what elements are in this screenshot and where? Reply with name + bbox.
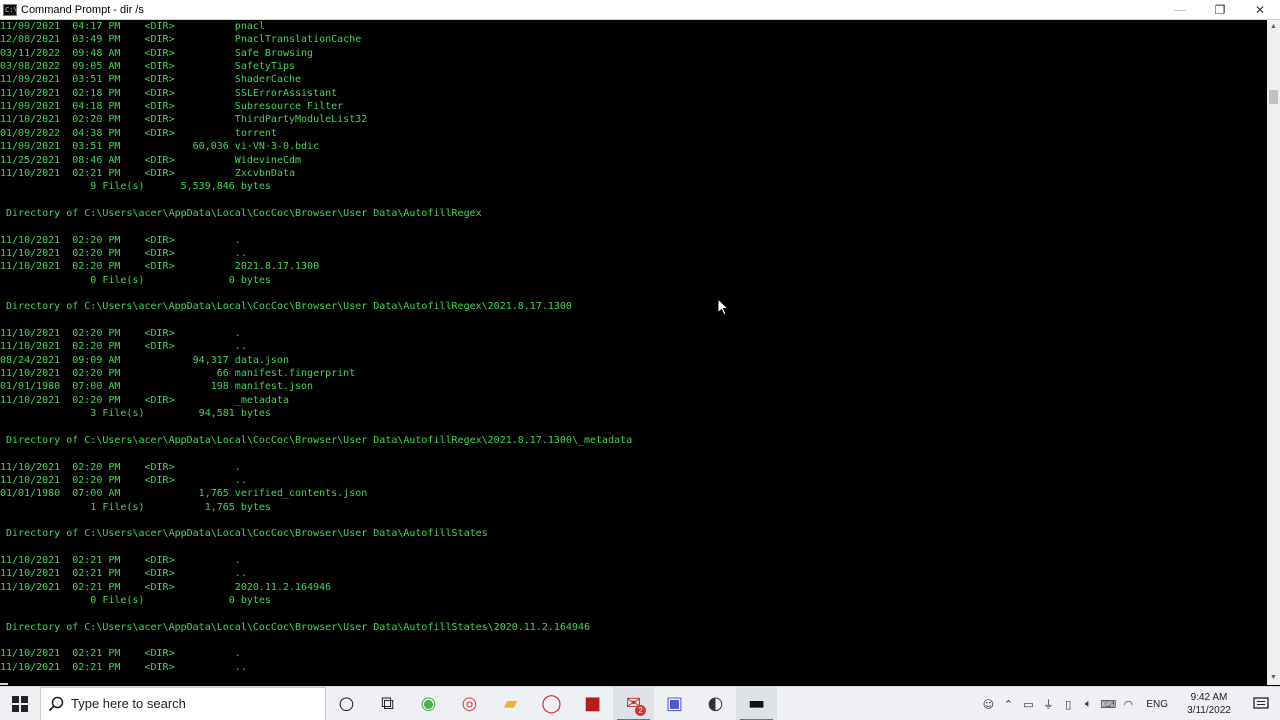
clock-time: 9:42 AM xyxy=(1190,692,1228,703)
console-line: 11/10/2021 02:20 PM <DIR> . xyxy=(0,461,241,473)
system-tray: ☺ ⌃ ▭ ⏚ ▯ 🔈︎ ⌨ ◠ ENG 9:42 AM 3/11/2022 xyxy=(978,687,1280,720)
console-line: 11/25/2021 08:46 AM <DIR> WidevineCdm xyxy=(0,154,302,166)
command-prompt-icon[interactable]: ▬ xyxy=(736,686,777,720)
teams-icon-glyph: ▣ xyxy=(665,693,683,714)
start-button[interactable] xyxy=(0,687,40,720)
console-line: 01/09/2022 04:38 PM <DIR> torrent xyxy=(0,127,277,139)
console-line: 11/10/2021 02:21 PM <DIR> ZxcvbnData xyxy=(0,167,296,179)
red-app-icon-glyph: ■ xyxy=(583,693,601,714)
directory-header-line: Directory of C:\Users\acer\AppData\Local… xyxy=(0,621,591,633)
console-line: 11/10/2021 02:20 PM 66 manifest.fingerpr… xyxy=(0,368,356,380)
scroll-up-arrow[interactable]: ▲ xyxy=(1267,20,1280,34)
scroll-down-arrow[interactable]: ▼ xyxy=(1267,671,1280,685)
volume-icon[interactable]: 🔈︎ xyxy=(1078,687,1098,720)
console-line: 11/10/2021 02:18 PM <DIR> SSLErrorAssist… xyxy=(0,87,338,99)
task-view-icon[interactable]: ⧉ xyxy=(367,687,408,720)
people-icon[interactable]: ☺ xyxy=(978,687,998,720)
cortana-icon[interactable]: ○ xyxy=(326,687,367,720)
obs-icon[interactable]: ◐ xyxy=(695,687,736,720)
directory-header-line: Directory of C:\Users\acer\AppData\Local… xyxy=(0,207,482,219)
taskbar-search[interactable]: Type here to search xyxy=(40,686,326,720)
command-prompt-icon-glyph: ▬ xyxy=(747,693,765,714)
console-line: 11/10/2021 02:20 PM <DIR> . xyxy=(0,234,241,246)
chrome-icon[interactable]: ◎ xyxy=(449,687,490,720)
cmd-icon: C:\ xyxy=(3,3,18,16)
keyboard-icon[interactable]: ⌨ xyxy=(1098,687,1118,720)
console-line: 11/09/2021 04:17 PM <DIR> pnacl xyxy=(0,21,265,32)
wifi-icon[interactable]: ◠ xyxy=(1118,687,1138,720)
coccoc-browser-icon-glyph: ◉ xyxy=(420,693,437,714)
scroll-thumb[interactable] xyxy=(1269,90,1278,104)
battery-icon[interactable]: ▯ xyxy=(1058,687,1078,720)
mail-app-icon[interactable]: ✉ 2 xyxy=(613,686,654,720)
usb-icon[interactable]: ⏚ xyxy=(1038,687,1058,720)
console-line: 11/10/2021 02:20 PM <DIR> . xyxy=(0,328,241,340)
window-controls: — ❐ ✕ xyxy=(1160,0,1280,20)
maximize-button[interactable]: ❐ xyxy=(1200,0,1240,20)
window-title: Command Prompt - dir /s xyxy=(21,3,144,16)
console-line: 0 File(s) 0 bytes xyxy=(0,274,271,286)
pinned-apps: ○ ⧉ ◉ ◎ ▰ ◯ ■ ✉ 2 ▣ ◐ ▬ xyxy=(326,686,777,720)
obs-icon-glyph: ◐ xyxy=(707,693,724,714)
coccoc-browser-icon[interactable]: ◉ xyxy=(408,687,449,720)
clock[interactable]: 9:42 AM 3/11/2022 xyxy=(1176,691,1242,717)
close-button[interactable]: ✕ xyxy=(1240,0,1280,20)
task-view-icon-glyph: ⧉ xyxy=(381,693,394,714)
console-line: 11/10/2021 02:20 PM <DIR> 2021.8.17.1300 xyxy=(0,261,320,273)
console-line: 11/10/2021 02:20 PM <DIR> .. xyxy=(0,341,247,353)
console-line: 11/10/2021 02:20 PM <DIR> .. xyxy=(0,247,247,259)
show-hidden-icons-icon[interactable]: ⌃ xyxy=(998,687,1018,720)
network-icon[interactable]: ▭ xyxy=(1018,687,1038,720)
opera-icon[interactable]: ◯ xyxy=(531,687,572,720)
language-indicator[interactable]: ENG xyxy=(1138,699,1176,710)
console-line: 11/10/2021 02:20 PM <DIR> .. xyxy=(0,474,247,486)
console-line: 11/10/2021 02:21 PM <DIR> .. xyxy=(0,568,247,580)
windows-logo-icon xyxy=(12,695,28,712)
notification-center-icon[interactable] xyxy=(1242,687,1280,720)
search-icon xyxy=(41,696,71,712)
console-line: 0 File(s) 0 bytes xyxy=(0,595,271,607)
console-line: 03/11/2022 09:48 AM <DIR> Safe Browsing xyxy=(0,47,314,59)
directory-header-line: Directory of C:\Users\acer\AppData\Local… xyxy=(0,301,572,313)
directory-header-line: Directory of C:\Users\acer\AppData\Local… xyxy=(0,528,488,540)
cortana-icon-glyph: ○ xyxy=(338,693,355,714)
opera-icon-glyph: ◯ xyxy=(541,693,562,714)
red-app-icon[interactable]: ■ xyxy=(572,687,613,720)
text-cursor xyxy=(0,683,8,685)
file-explorer-icon-glyph: ▰ xyxy=(503,693,518,714)
title-bar: C:\ Command Prompt - dir /s — ❐ ✕ xyxy=(0,0,1280,20)
console-line: 11/09/2021 04:18 PM <DIR> Subresource Fi… xyxy=(0,101,344,113)
console-line: 01/01/1980 07:00 AM 1,765 verified_conte… xyxy=(0,488,368,500)
mouse-pointer-icon xyxy=(717,298,729,316)
directory-header-line: Directory of C:\Users\acer\AppData\Local… xyxy=(0,434,633,446)
teams-icon[interactable]: ▣ xyxy=(654,687,695,720)
console-line: 01/01/1980 07:00 AM 198 manifest.json xyxy=(0,381,314,393)
minimize-button[interactable]: — xyxy=(1160,0,1200,20)
clock-date: 3/11/2022 xyxy=(1187,705,1231,716)
console-line: 9 File(s) 5,539,846 bytes xyxy=(0,181,271,193)
console-line: 12/08/2021 03:49 PM <DIR> PnaclTranslati… xyxy=(0,34,362,46)
console-output[interactable]: 11/09/2021 04:17 PM <DIR> pnacl 12/08/202… xyxy=(0,20,1267,685)
file-explorer-icon[interactable]: ▰ xyxy=(490,687,531,720)
console-line: 11/10/2021 02:21 PM <DIR> 2020.11.2.1649… xyxy=(0,581,332,593)
vertical-scrollbar[interactable]: ▲ ▼ xyxy=(1267,20,1280,685)
console-line: 1 File(s) 1,765 bytes xyxy=(0,501,271,513)
console-line: 11/10/2021 02:21 PM <DIR> . xyxy=(0,648,241,660)
console-line: 03/08/2022 09:05 AM <DIR> SafetyTips xyxy=(0,61,296,73)
console-line: 11/10/2021 02:21 PM <DIR> . xyxy=(0,555,241,566)
console-line: 3 File(s) 94,581 bytes xyxy=(0,408,271,420)
taskbar: Type here to search ○ ⧉ ◉ ◎ ▰ ◯ ■ ✉ 2 ▣ ◐ ▬ ☺ ⌃ ▭ ⏚… xyxy=(0,686,1280,720)
console-line: 08/24/2021 09:09 AM 94,317 data.json xyxy=(0,354,289,366)
console-line: 11/09/2021 03:51 PM <DIR> ShaderCache xyxy=(0,74,302,86)
notification-badge: 2 xyxy=(635,704,646,716)
console-line: 11/10/2021 02:20 PM <DIR> _metadata xyxy=(0,394,289,406)
console-line: 11/09/2021 03:51 PM 60,036 vi-VN-3-0.bdi… xyxy=(0,141,320,153)
chrome-icon-glyph: ◎ xyxy=(461,693,478,714)
console-line: 11/10/2021 02:21 PM <DIR> .. xyxy=(0,661,247,673)
console-line: 11/10/2021 02:20 PM <DIR> ThirdPartyModu… xyxy=(0,114,368,126)
search-placeholder: Type here to search xyxy=(71,696,186,711)
